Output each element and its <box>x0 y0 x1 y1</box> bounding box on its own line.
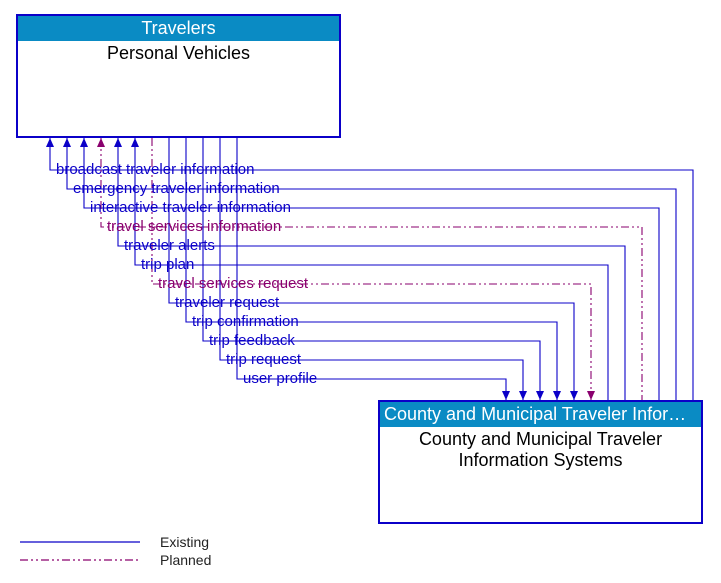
legend: Existing Planned <box>20 533 211 569</box>
legend-planned-line <box>20 553 140 567</box>
flow-label: traveler request <box>175 295 279 310</box>
legend-planned-label: Planned <box>160 552 211 568</box>
flow-label: trip plan <box>141 257 194 272</box>
flow-label: emergency traveler information <box>73 181 280 196</box>
flow-label: user profile <box>243 371 317 386</box>
node-county-systems-title: County and Municipal Traveler Informatio… <box>380 427 701 472</box>
diagram-canvas: Travelers Personal Vehicles County and M… <box>0 0 721 583</box>
node-travelers-title: Personal Vehicles <box>18 41 339 66</box>
flow-label: broadcast traveler information <box>56 162 254 177</box>
flow-label: travel services information <box>107 219 281 234</box>
node-travelers-header: Travelers <box>18 16 339 41</box>
flow-label: traveler alerts <box>124 238 215 253</box>
flow-label: trip request <box>226 352 301 367</box>
flow-label: trip feedback <box>209 333 295 348</box>
node-county-systems-header: County and Municipal Traveler Inform... <box>380 402 701 427</box>
node-travelers: Travelers Personal Vehicles <box>16 14 341 138</box>
flow-label: trip confirmation <box>192 314 299 329</box>
legend-existing: Existing <box>20 533 211 551</box>
legend-existing-label: Existing <box>160 534 209 550</box>
flow-label: interactive traveler information <box>90 200 291 215</box>
legend-planned: Planned <box>20 551 211 569</box>
node-county-systems: County and Municipal Traveler Inform... … <box>378 400 703 524</box>
flow-label: travel services request <box>158 276 308 291</box>
legend-existing-line <box>20 535 140 549</box>
